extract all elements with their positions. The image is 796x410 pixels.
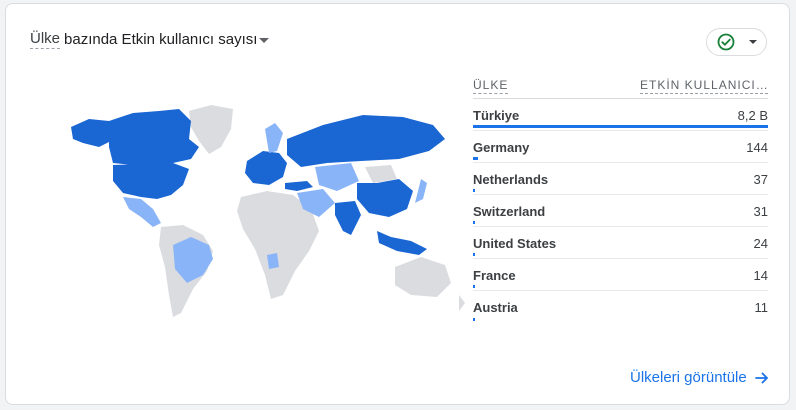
map-region-india[interactable] bbox=[335, 201, 361, 235]
map-region-usa[interactable] bbox=[113, 163, 189, 199]
country-name: France bbox=[473, 268, 516, 283]
metric-label: bazında Etkin kullanıcı sayısı bbox=[64, 31, 258, 48]
arrow-right-icon bbox=[754, 371, 769, 385]
table-row[interactable]: Türkiye 8,2 B bbox=[473, 99, 768, 131]
caret-down-icon[interactable] bbox=[259, 38, 270, 43]
map-region-new-zealand[interactable] bbox=[459, 295, 465, 311]
value-bar bbox=[473, 189, 476, 192]
country-table: ÜLKE ETKİN KULLANICI ... Türkiye 8,2 B Ger… bbox=[473, 74, 768, 323]
active-users-value: 37 bbox=[753, 172, 768, 187]
table-row[interactable]: Austria 11 bbox=[473, 291, 768, 323]
active-users-value: 14 bbox=[753, 268, 768, 283]
map-region-east-africa[interactable] bbox=[267, 253, 279, 269]
map-region-canada[interactable] bbox=[109, 109, 199, 165]
table-row[interactable]: France 14 bbox=[473, 259, 768, 291]
dimension-selector[interactable]: Ülke bbox=[30, 30, 61, 49]
map-region-australia[interactable] bbox=[395, 257, 451, 297]
active-users-value: 144 bbox=[746, 140, 768, 155]
country-name: Germany bbox=[473, 140, 530, 155]
table-row[interactable]: Germany 144 bbox=[473, 131, 768, 163]
country-users-card: Ülke bazında Etkin kullanıcı sayısı ÜLKE… bbox=[5, 3, 790, 405]
value-bar bbox=[473, 253, 476, 256]
country-name: Austria bbox=[473, 300, 518, 315]
map-region-japan[interactable] bbox=[415, 179, 427, 203]
map-region-mexico[interactable] bbox=[123, 197, 161, 227]
country-name: Türkiye bbox=[473, 108, 520, 123]
world-map bbox=[71, 105, 465, 317]
view-countries-link[interactable]: Ülkeleri görüntüle bbox=[630, 369, 769, 386]
country-name: Netherlands bbox=[473, 172, 549, 187]
map-region-europe[interactable] bbox=[245, 151, 287, 185]
active-users-value: 8,2 B bbox=[737, 108, 768, 123]
map-region-turkiye[interactable] bbox=[285, 181, 313, 191]
map-region-russia[interactable] bbox=[287, 115, 445, 167]
col-metric-header[interactable]: ETKİN KULLANICI ... bbox=[640, 78, 768, 94]
map-region-central-asia[interactable] bbox=[315, 163, 359, 191]
value-bar bbox=[473, 157, 479, 160]
value-bar bbox=[473, 125, 768, 128]
view-countries-label: Ülkeleri görüntüle bbox=[630, 369, 747, 386]
table-row[interactable]: Netherlands 37 bbox=[473, 163, 768, 195]
country-name: United States bbox=[473, 236, 557, 251]
active-users-value: 24 bbox=[753, 236, 768, 251]
caret-down-icon bbox=[748, 40, 757, 44]
country-name: Switzerland bbox=[473, 204, 546, 219]
table-row[interactable]: Switzerland 31 bbox=[473, 195, 768, 227]
card-title[interactable]: Ülke bazında Etkin kullanıcı sayısı bbox=[30, 30, 270, 49]
map-region-alaska[interactable] bbox=[71, 119, 111, 147]
value-bar bbox=[473, 318, 476, 321]
table-header: ÜLKE ETKİN KULLANICI ... bbox=[473, 74, 768, 99]
active-users-value: 31 bbox=[753, 204, 768, 219]
map-region-scandinavia[interactable] bbox=[265, 123, 283, 153]
table-row[interactable]: United States 24 bbox=[473, 227, 768, 259]
value-bar bbox=[473, 285, 476, 288]
data-quality-button[interactable] bbox=[706, 28, 767, 56]
active-users-value: 11 bbox=[754, 300, 769, 315]
map-region-southeast-asia[interactable] bbox=[377, 231, 427, 255]
map-region-china[interactable] bbox=[357, 179, 413, 217]
col-country-header[interactable]: ÜLKE bbox=[473, 78, 509, 94]
value-bar bbox=[473, 221, 476, 224]
check-circle-icon bbox=[717, 33, 735, 51]
